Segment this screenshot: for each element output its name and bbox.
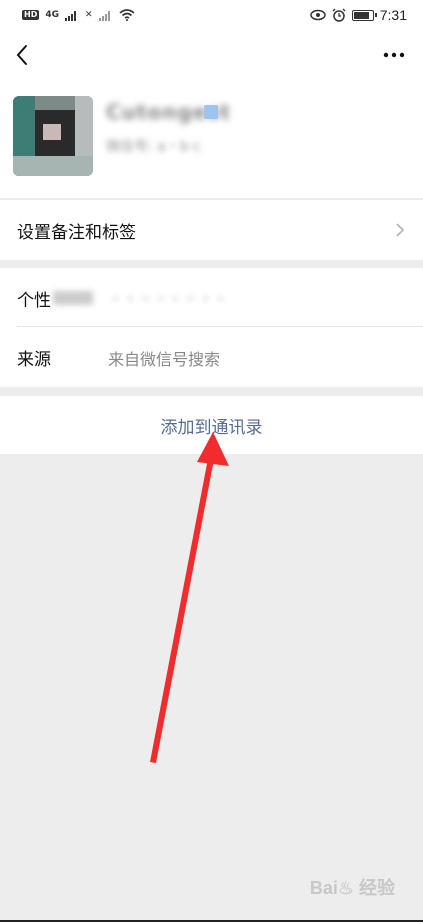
source-value: 来自微信号搜索 bbox=[108, 350, 221, 369]
signal-4g: 4G bbox=[45, 10, 59, 20]
avatar[interactable] bbox=[13, 96, 93, 176]
back-button[interactable] bbox=[10, 38, 40, 72]
eye-icon bbox=[310, 9, 326, 21]
source-row: 来源 来自微信号搜索 bbox=[0, 327, 423, 387]
source-label: 来源 bbox=[17, 349, 51, 370]
alarm-icon bbox=[332, 8, 346, 22]
signature-row: 个性 ・・・・・・・・ bbox=[0, 268, 423, 328]
top-nav bbox=[0, 30, 423, 80]
status-bar: HD 4G ✕ 7:31 bbox=[0, 0, 423, 30]
signature-value: ・・・・・・・・ bbox=[108, 290, 229, 308]
status-time: 7:31 bbox=[379, 7, 407, 23]
chevron-left-icon bbox=[16, 45, 27, 65]
hd-badge: HD bbox=[22, 10, 40, 20]
signal-bars-icon bbox=[65, 10, 76, 21]
wifi-icon bbox=[119, 9, 135, 21]
battery-icon bbox=[351, 9, 377, 21]
baidu-watermark: Bai♨ 经验 bbox=[309, 878, 395, 898]
signature-label: 个性 bbox=[17, 290, 51, 311]
add-to-contacts-button[interactable]: 添加到通讯录 bbox=[0, 396, 423, 454]
status-left: HD 4G ✕ bbox=[22, 9, 135, 21]
add-to-contacts-label: 添加到通讯录 bbox=[160, 417, 263, 438]
status-right: 7:31 bbox=[310, 7, 407, 23]
chevron-right-icon bbox=[396, 223, 405, 237]
signal-no-service: ✕ bbox=[85, 10, 93, 20]
more-button[interactable] bbox=[379, 40, 409, 70]
remark-tags-label: 设置备注和标签 bbox=[17, 222, 136, 243]
signal-bars-2-icon bbox=[98, 10, 110, 21]
gender-badge bbox=[204, 105, 218, 119]
remark-tags-row[interactable]: 设置备注和标签 bbox=[0, 200, 423, 260]
profile-card: Cutongest 微信号: a・b·c bbox=[0, 80, 423, 198]
signature-label-blur bbox=[53, 291, 93, 305]
wechat-id: 微信号: a・b·c bbox=[106, 139, 201, 155]
more-dots-icon bbox=[383, 52, 405, 58]
